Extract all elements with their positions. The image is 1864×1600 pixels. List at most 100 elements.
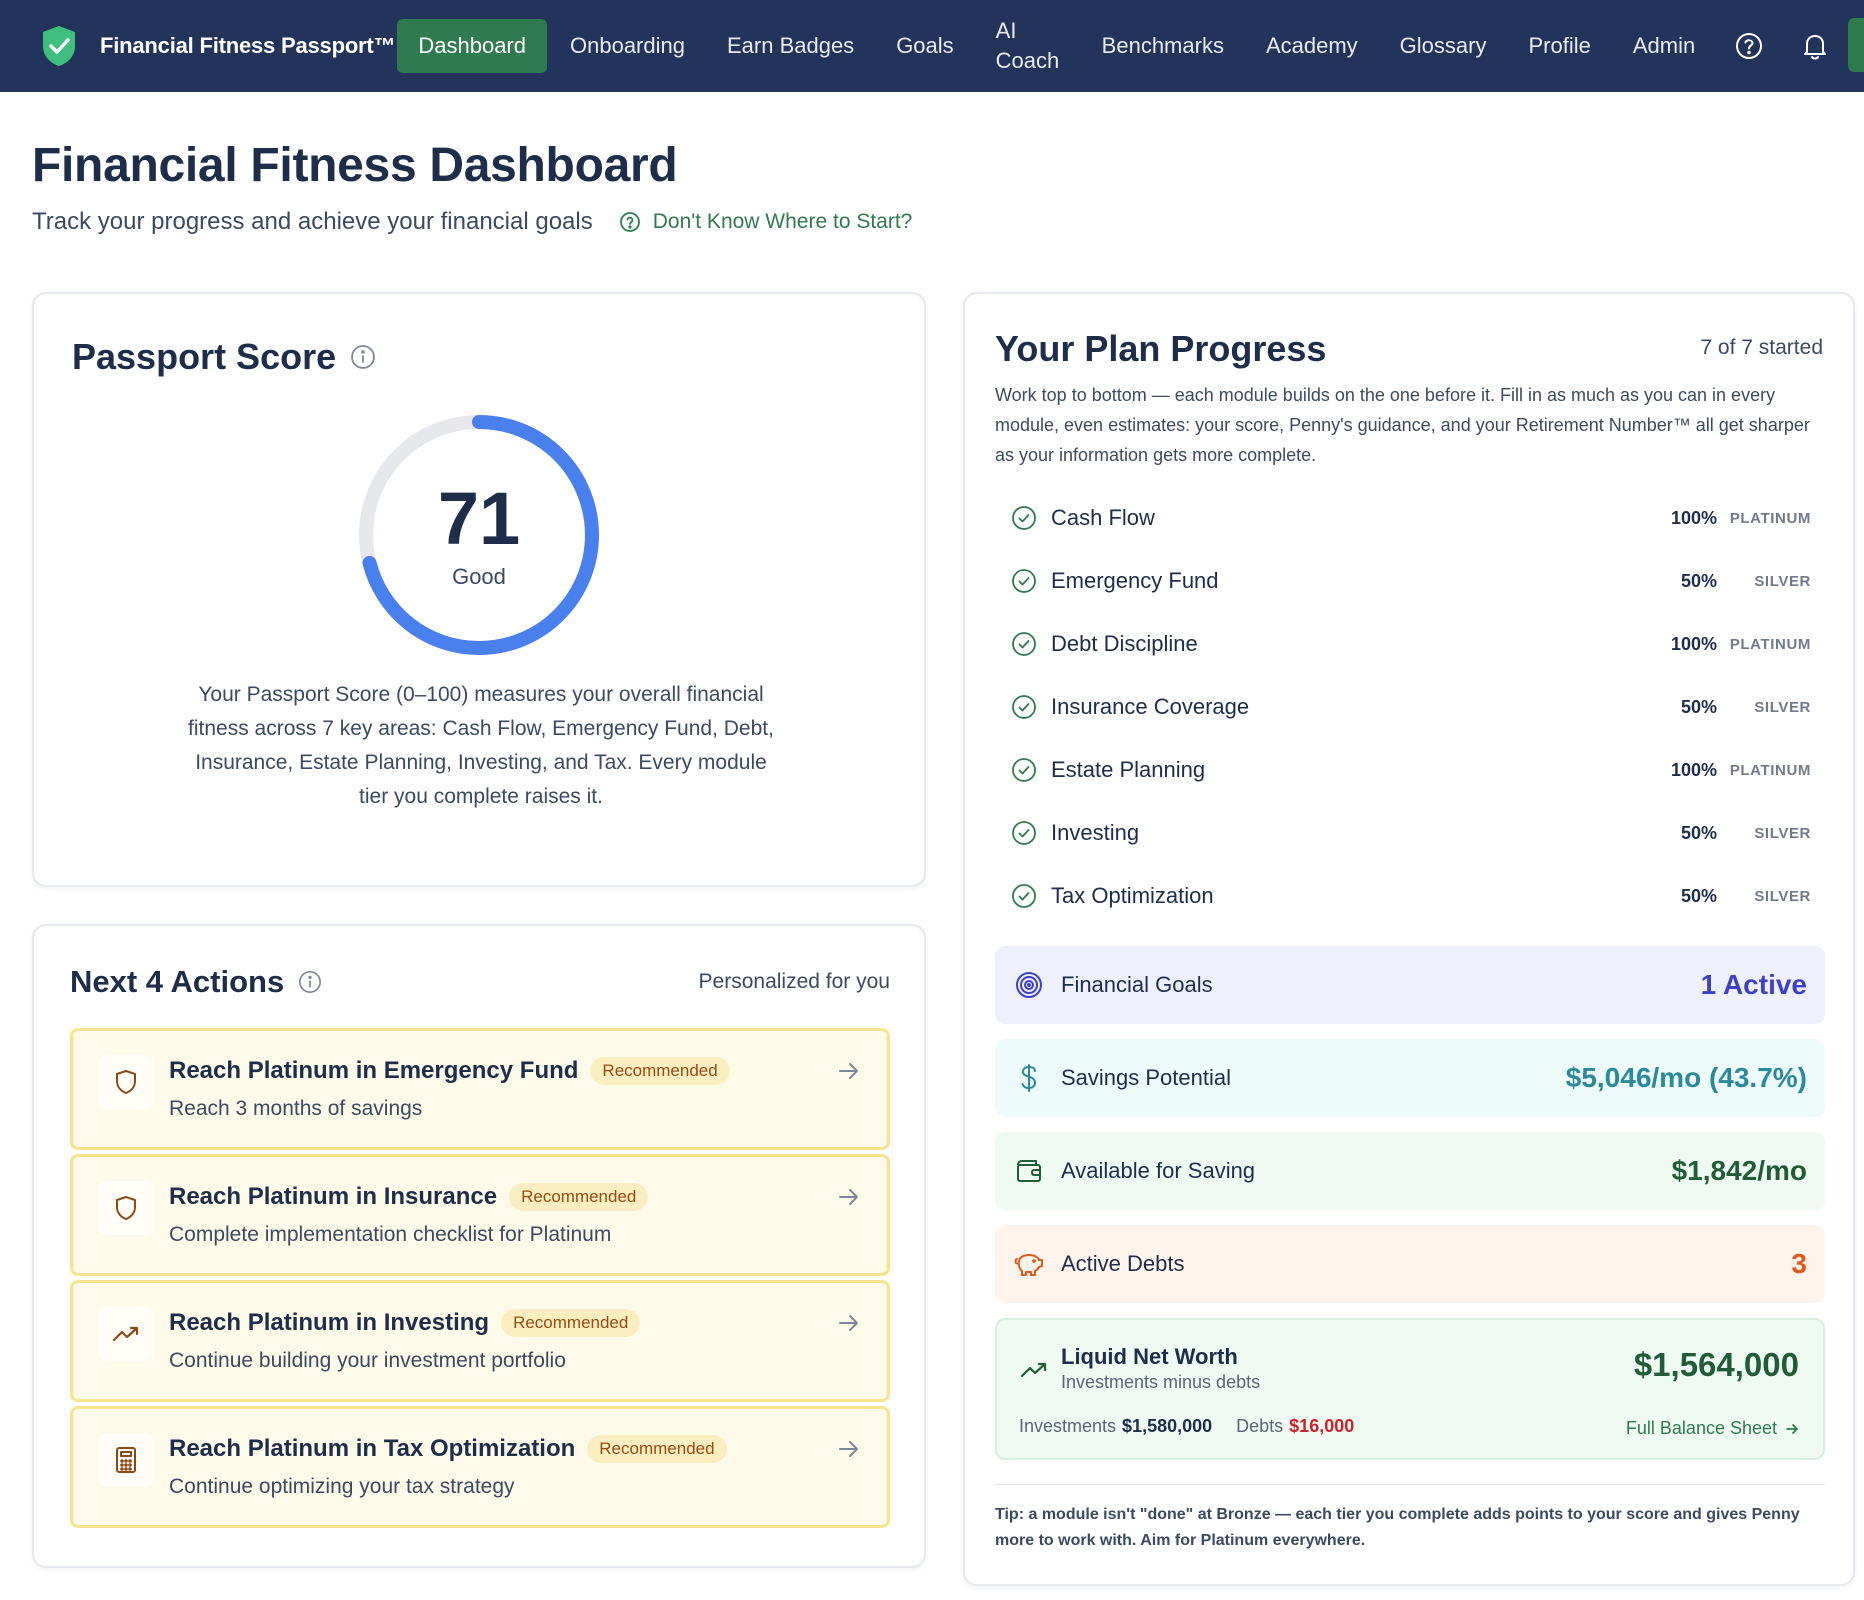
savings-potential-row[interactable]: Savings Potential $5,046/mo (43.7%) — [995, 1039, 1825, 1117]
nav-dashboard[interactable]: Dashboard — [397, 19, 547, 73]
module-row-estate-planning[interactable]: Estate Planning 100% PLATINUM — [1011, 750, 1811, 790]
investments-label: Investments — [1019, 1416, 1117, 1436]
bell-icon[interactable] — [1782, 19, 1848, 73]
module-row-investing[interactable]: Investing 50% SILVER — [1011, 813, 1811, 853]
module-status: 50% SILVER — [1681, 571, 1811, 592]
module-row-emergency-fund[interactable]: Emergency Fund 50% SILVER — [1011, 561, 1811, 601]
action-icon-box — [99, 1181, 153, 1235]
calculator-icon — [116, 1447, 136, 1473]
module-row-cash-flow[interactable]: Cash Flow 100% PLATINUM — [1011, 498, 1811, 538]
module-status: 50% SILVER — [1681, 823, 1811, 844]
module-row-debt-discipline[interactable]: Debt Discipline 100% PLATINUM — [1011, 624, 1811, 664]
check-circle-icon — [1012, 569, 1036, 593]
module-name: Cash Flow — [1051, 505, 1155, 530]
stat-value: 3 — [1791, 1248, 1807, 1279]
passport-score-card: Passport Score 71 Good Your Passport Sco… — [32, 292, 926, 887]
action-item-emergency-fund[interactable]: Reach Platinum in Emergency Fund Recomme… — [70, 1028, 890, 1150]
help-icon[interactable] — [1716, 19, 1782, 73]
arrow-right-icon — [839, 1315, 858, 1331]
check-circle-icon — [1012, 695, 1036, 719]
top-nav: Financial Fitness Passport™ Dashboard On… — [0, 0, 1864, 92]
nav-goals[interactable]: Goals — [875, 19, 974, 73]
brand[interactable]: Financial Fitness Passport™ — [40, 24, 396, 68]
score-description: Your Passport Score (0–100) measures you… — [188, 683, 774, 808]
shield-check-logo-icon — [43, 26, 75, 66]
module-percent: 100% — [1670, 507, 1717, 528]
module-percent: 50% — [1680, 822, 1717, 843]
arrow-right-icon — [839, 1441, 858, 1457]
dont-know-where-to-start-link[interactable]: Don't Know Where to Start? — [619, 210, 913, 234]
module-percent: 50% — [1680, 696, 1717, 717]
action-description: Complete implementation checklist for Pl… — [169, 1223, 612, 1246]
arrow-right-icon — [839, 1189, 858, 1205]
info-icon[interactable] — [298, 970, 322, 994]
available-for-saving-row[interactable]: Available for Saving $1,842/mo — [995, 1132, 1825, 1210]
check-circle-icon — [1012, 758, 1036, 782]
action-icon-box — [99, 1433, 153, 1487]
stat-label: Financial Goals — [1061, 972, 1213, 997]
module-tier: PLATINUM — [1729, 635, 1811, 653]
nav-ai-coach[interactable]: AI Coach — [975, 18, 1081, 73]
debts-label: Debts — [1236, 1416, 1284, 1436]
module-percent: 50% — [1680, 570, 1717, 591]
active-debts-row[interactable]: Active Debts 3 — [995, 1225, 1825, 1303]
full-balance-sheet-link[interactable]: Full Balance Sheet — [1626, 1418, 1799, 1439]
net-worth-subtitle: Investments minus debts — [1061, 1372, 1261, 1392]
action-item-investing[interactable]: Reach Platinum in Investing Recommended … — [70, 1280, 890, 1402]
recommended-badge: Recommended — [509, 1183, 649, 1211]
recommended-badge: Recommended — [587, 1435, 727, 1463]
action-title: Reach Platinum in Tax Optimization — [169, 1435, 576, 1462]
passport-score-heading: Passport Score — [72, 336, 376, 378]
nav-onboarding[interactable]: Onboarding — [549, 19, 706, 73]
shield-icon — [116, 1070, 136, 1094]
action-item-insurance[interactable]: Reach Platinum in Insurance Recommended … — [70, 1154, 890, 1276]
action-icon-box — [99, 1307, 153, 1361]
net-worth-title: Liquid Net Worth — [1061, 1344, 1238, 1369]
next-actions-heading: Next 4 Actions — [70, 964, 322, 1000]
financial-goals-row[interactable]: Financial Goals 1 Active — [995, 946, 1825, 1024]
plan-tip: Tip: a module isn't "done" at Bronze — e… — [995, 1506, 1800, 1549]
action-description: Reach 3 months of savings — [169, 1097, 423, 1120]
module-status: 100% PLATINUM — [1671, 508, 1811, 529]
nav-admin[interactable]: Admin — [1612, 19, 1716, 73]
info-icon[interactable] — [350, 344, 376, 370]
nav-glossary[interactable]: Glossary — [1379, 19, 1508, 73]
module-status: 50% SILVER — [1681, 886, 1811, 907]
module-status: 50% SILVER — [1681, 697, 1811, 718]
module-name: Emergency Fund — [1051, 568, 1219, 593]
stat-label: Active Debts — [1061, 1251, 1185, 1276]
module-name: Investing — [1051, 820, 1140, 845]
page-title: Financial Fitness Dashboard — [32, 139, 678, 192]
nav-benchmarks[interactable]: Benchmarks — [1081, 19, 1245, 73]
plan-progress-count: 7 of 7 started — [1700, 336, 1823, 359]
score-rating: Good — [452, 564, 506, 589]
brand-name: Financial Fitness Passport™ — [100, 33, 396, 58]
help-link-label: Don't Know Where to Start? — [652, 210, 913, 233]
recommended-badge: Recommended — [501, 1309, 641, 1337]
liquid-net-worth-panel: Liquid Net Worth Investments minus debts… — [995, 1318, 1825, 1460]
module-row-insurance-coverage[interactable]: Insurance Coverage 50% SILVER — [1011, 687, 1811, 727]
nav-academy[interactable]: Academy — [1245, 19, 1379, 73]
action-title-row: Reach Platinum in Insurance Recommended — [169, 1183, 649, 1211]
next-actions-title: Next 4 Actions — [70, 964, 285, 999]
target-icon — [1013, 969, 1045, 1001]
module-row-tax-optimization[interactable]: Tax Optimization 50% SILVER — [1011, 876, 1811, 916]
arrow-right-icon — [1786, 1423, 1798, 1434]
nav-overflow-button[interactable] — [1848, 18, 1864, 72]
action-description: Continue optimizing your tax strategy — [169, 1475, 515, 1498]
action-title: Reach Platinum in Insurance — [169, 1183, 498, 1210]
action-item-tax-optimization[interactable]: Reach Platinum in Tax Optimization Recom… — [70, 1406, 890, 1528]
page-subtitle: Track your progress and achieve your fin… — [32, 208, 593, 235]
trending-up-icon — [1020, 1362, 1047, 1378]
nav-profile[interactable]: Profile — [1507, 19, 1611, 73]
module-percent: 100% — [1670, 759, 1717, 780]
piggy-bank-icon — [1013, 1248, 1045, 1280]
score-value: 71 — [437, 477, 521, 560]
stat-value: 1 Active — [1700, 969, 1807, 1000]
module-tier: PLATINUM — [1729, 509, 1811, 527]
stat-value: $1,842/mo — [1671, 1155, 1807, 1186]
action-title-row: Reach Platinum in Tax Optimization Recom… — [169, 1435, 727, 1463]
module-tier: SILVER — [1754, 887, 1811, 905]
divider — [995, 1484, 1825, 1485]
nav-earn-badges[interactable]: Earn Badges — [706, 19, 875, 73]
